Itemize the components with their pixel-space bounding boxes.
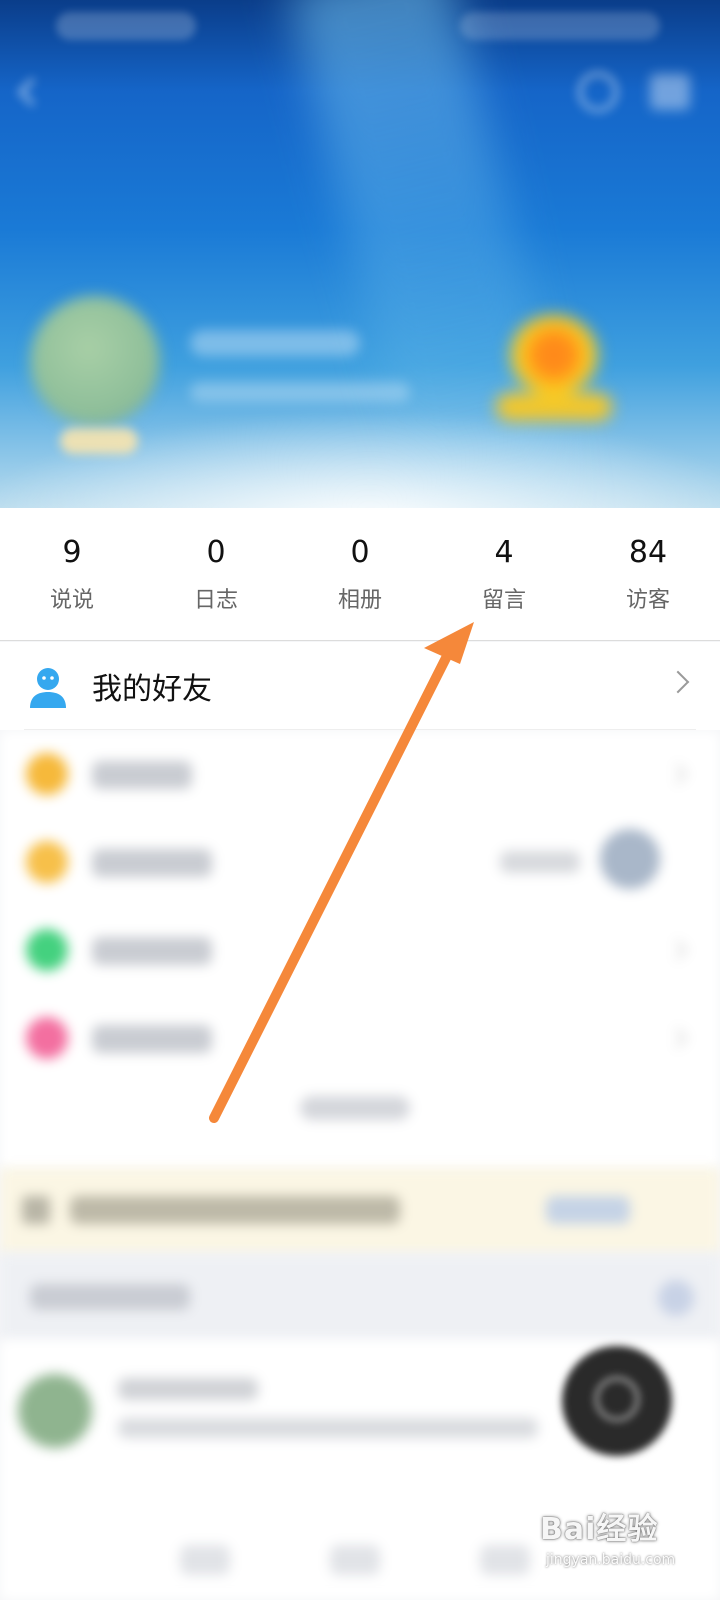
stats-bar: 9 说说 0 日志 0 相册 4 留言 84 访客 xyxy=(0,508,720,641)
divider xyxy=(24,729,696,730)
list-item-label xyxy=(92,849,212,877)
level-star-badge-icon[interactable] xyxy=(490,315,618,425)
my-friends-label: 我的好友 xyxy=(92,672,212,707)
stat-label: 留言 xyxy=(481,588,526,613)
feed-author xyxy=(118,1378,258,1400)
notice-text xyxy=(70,1196,400,1224)
profile-header-banner xyxy=(0,0,720,508)
personalize-icon xyxy=(26,753,68,795)
bottom-tab[interactable] xyxy=(330,1545,380,1575)
list-item[interactable] xyxy=(0,819,720,907)
section-action-icon[interactable] xyxy=(658,1280,694,1316)
feed-avatar[interactable] xyxy=(18,1374,92,1448)
my-friends-row[interactable]: 我的好友 xyxy=(0,642,720,730)
list-item[interactable] xyxy=(0,731,720,819)
feed-section-header xyxy=(0,1254,720,1340)
stat-shuoshuo[interactable]: 9 说说 xyxy=(0,508,144,640)
list-item-thumbnail xyxy=(600,829,660,889)
avatar[interactable] xyxy=(30,296,160,426)
profile-subtitle xyxy=(190,382,410,402)
status-bar-left xyxy=(56,12,196,40)
stat-value: 0 xyxy=(350,535,370,570)
stat-value: 9 xyxy=(62,535,82,570)
notice-banner[interactable] xyxy=(0,1168,720,1254)
stat-label: 访客 xyxy=(625,588,670,613)
list-item-icon xyxy=(26,841,68,883)
feed-text xyxy=(118,1418,538,1438)
section-title xyxy=(30,1284,190,1310)
bottom-tab[interactable] xyxy=(180,1545,230,1575)
watermark-url: jingyan.baidu.com xyxy=(546,1552,676,1568)
stat-album[interactable]: 0 相册 xyxy=(288,508,432,640)
show-more-link[interactable] xyxy=(300,1096,410,1120)
person-icon xyxy=(30,668,66,708)
level-ribbon xyxy=(496,393,612,421)
star-icon xyxy=(510,315,598,395)
blurred-menu-list xyxy=(0,731,720,1171)
stat-blog[interactable]: 0 日志 xyxy=(144,508,288,640)
notice-action-button[interactable] xyxy=(546,1196,630,1224)
profile-name xyxy=(190,330,360,356)
list-item-label xyxy=(92,761,192,789)
stat-value: 4 xyxy=(494,535,514,570)
list-item-icon xyxy=(26,929,68,971)
search-icon[interactable] xyxy=(578,72,618,112)
menu-icon[interactable] xyxy=(650,74,690,110)
stat-label: 日志 xyxy=(193,588,238,613)
vip-badge xyxy=(60,428,138,454)
list-item-label xyxy=(92,1025,212,1053)
chevron-right-icon xyxy=(667,764,687,784)
chevron-right-icon xyxy=(667,1028,687,1048)
stat-value: 0 xyxy=(206,535,226,570)
chevron-right-icon xyxy=(666,670,690,694)
stat-label: 说说 xyxy=(49,588,94,613)
list-item[interactable] xyxy=(0,995,720,1083)
list-item-label xyxy=(92,937,212,965)
back-arrow-icon[interactable] xyxy=(10,74,46,110)
stat-value: 84 xyxy=(628,535,668,570)
list-item-icon xyxy=(26,1017,68,1059)
watermark-logo: Bai经验 xyxy=(540,1512,659,1547)
bottom-tab[interactable] xyxy=(480,1545,530,1575)
stat-label: 相册 xyxy=(337,588,382,613)
stat-visitors[interactable]: 84 访客 xyxy=(576,508,720,640)
status-bar-right xyxy=(460,12,660,40)
stat-message-board[interactable]: 4 留言 xyxy=(432,508,576,640)
notice-icon xyxy=(22,1196,50,1224)
list-item[interactable] xyxy=(0,907,720,995)
camera-fab-button[interactable] xyxy=(562,1346,672,1456)
chevron-right-icon xyxy=(667,940,687,960)
baidu-jingyan-watermark: Bai经验 jingyan.baidu.com xyxy=(540,1496,710,1586)
list-item-detail xyxy=(500,851,580,873)
